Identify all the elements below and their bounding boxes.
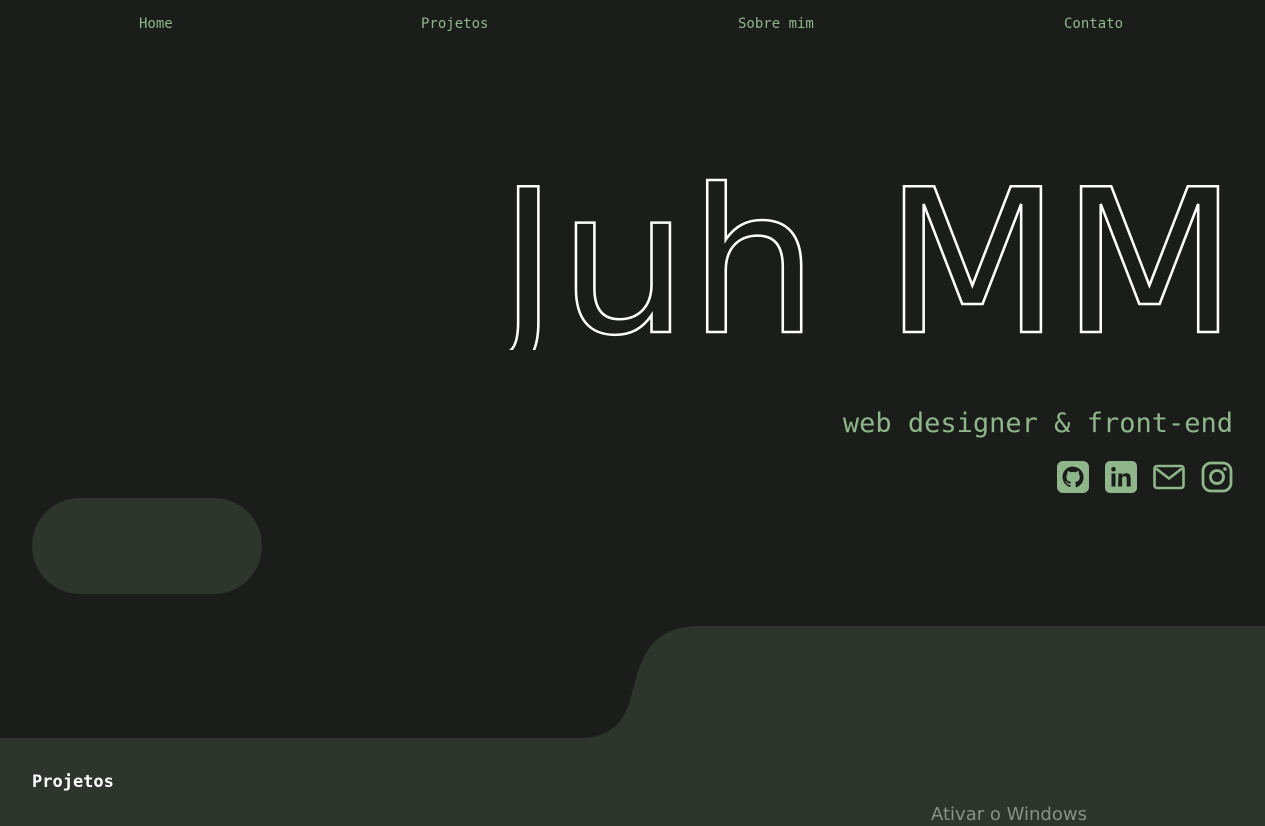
hero-subtitle: web designer & front-end [842, 408, 1233, 439]
section-title-projetos: Projetos [32, 772, 114, 792]
instagram-icon[interactable] [1201, 461, 1233, 493]
social-links [1057, 461, 1233, 493]
windows-activation-watermark: Ativar o Windows [931, 804, 1087, 825]
email-icon[interactable] [1153, 461, 1185, 493]
linkedin-icon[interactable] [1105, 461, 1137, 493]
decorative-pill [32, 498, 262, 594]
nav-link-contato[interactable]: Contato [1064, 16, 1123, 32]
section-wave-background [0, 626, 1265, 826]
github-icon[interactable] [1057, 461, 1089, 493]
nav-link-home[interactable]: Home [139, 16, 173, 32]
nav-link-sobre-mim[interactable]: Sobre mim [738, 16, 814, 32]
hero-title: Juh MM [486, 150, 1246, 350]
hero-title-text: Juh MM [487, 150, 1238, 350]
hero-title-svg: Juh MM [486, 150, 1239, 350]
top-nav: Home Projetos Sobre mim Contato [0, 0, 1265, 50]
nav-link-projetos[interactable]: Projetos [421, 16, 488, 32]
